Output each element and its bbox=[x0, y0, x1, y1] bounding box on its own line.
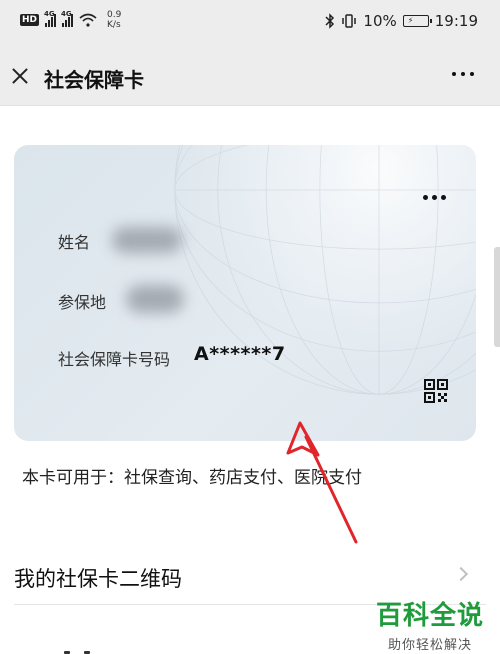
globe-decoration bbox=[174, 145, 476, 395]
name-label: 姓名 bbox=[58, 233, 91, 252]
scroll-indicator bbox=[494, 247, 500, 347]
red-arrow-annotation bbox=[286, 421, 358, 544]
close-icon[interactable] bbox=[6, 62, 34, 90]
more-options-icon[interactable] bbox=[452, 72, 474, 76]
vibrate-icon bbox=[342, 14, 357, 28]
location-label: 参保地 bbox=[58, 293, 107, 312]
signal-sim1-icon: 4G bbox=[44, 10, 57, 27]
clock: 19:19 bbox=[434, 12, 478, 30]
network-speed: 0.9 K/s bbox=[107, 10, 121, 30]
network-speed-unit: K/s bbox=[107, 20, 121, 30]
social-security-card[interactable]: 姓名 参保地 社会保障卡号码 A******7 bbox=[14, 145, 476, 441]
qr-code-icon[interactable] bbox=[424, 379, 448, 403]
menu-item-label: 我的社保卡二维码 bbox=[14, 567, 182, 591]
wifi-icon bbox=[79, 13, 97, 27]
chevron-right-icon bbox=[453, 566, 469, 582]
page-title: 社会保障卡 bbox=[44, 68, 144, 92]
watermark-sub: 助你轻松解决 bbox=[387, 638, 472, 653]
name-value-redacted bbox=[112, 227, 182, 253]
hd-badge: HD bbox=[20, 14, 40, 26]
bluetooth-icon bbox=[325, 13, 335, 29]
battery-percent: 10% bbox=[363, 12, 397, 30]
card-more-icon[interactable] bbox=[423, 195, 446, 200]
status-bar-right: 10% ⚡ 19:19 bbox=[325, 12, 478, 30]
watermark-main: 百科全说 bbox=[375, 601, 484, 631]
battery-icon: ⚡ bbox=[402, 15, 432, 27]
menu-item-partial bbox=[14, 647, 214, 654]
signal-sim2-icon: 4G bbox=[61, 10, 74, 27]
network-type-sim1: 4G bbox=[44, 10, 55, 18]
status-bar-left: HD 4G 4G 0.9 K/s bbox=[20, 10, 121, 30]
content-area: 姓名 参保地 社会保障卡号码 A******7 本卡可用于：社保查询、药店支付、… bbox=[0, 107, 500, 654]
status-bar: HD 4G 4G 0.9 K/s 10% ⚡ 19:19 bbox=[0, 0, 500, 46]
card-number-value: A******7 bbox=[194, 343, 286, 365]
watermark: 百科全说 助你轻松解决 bbox=[376, 595, 484, 653]
network-speed-value: 0.9 bbox=[107, 10, 122, 20]
location-value-redacted bbox=[126, 285, 184, 313]
title-bar: 社会保障卡 bbox=[0, 46, 500, 106]
network-type-sim2: 4G bbox=[61, 10, 72, 18]
card-number-label: 社会保障卡号码 bbox=[58, 350, 171, 369]
